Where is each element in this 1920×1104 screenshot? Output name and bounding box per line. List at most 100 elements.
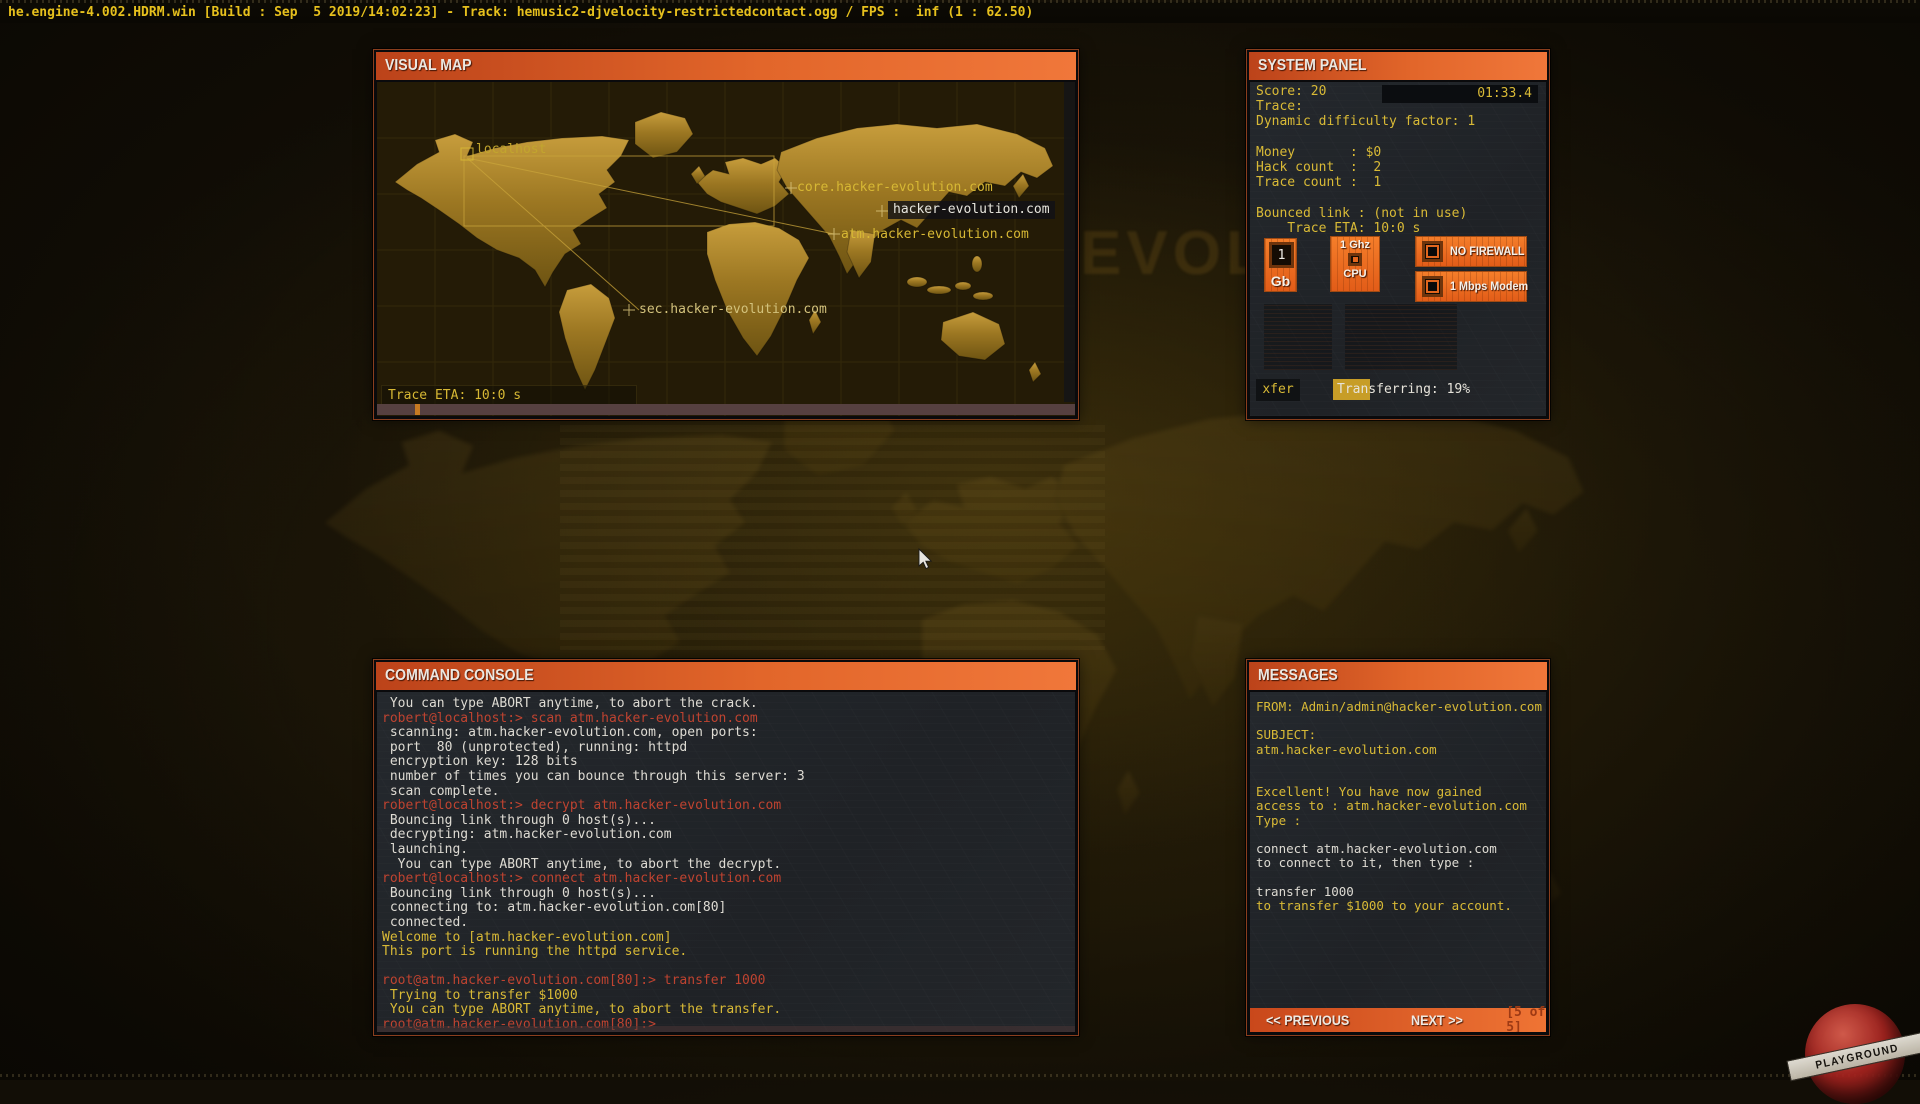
system-stat-line: Hack count : 2: [1256, 160, 1382, 176]
map-node-localhost[interactable]: localhost: [476, 142, 546, 157]
message-line: SUBJECT:: [1256, 727, 1317, 743]
engine-titlebar: he.engine-4.002.HDRM.win [Build : Sep 5 …: [0, 2, 1920, 23]
background-faded-text-block: [560, 425, 1105, 650]
console-line: This port is running the httpd service.: [382, 944, 688, 960]
messages-panel: MESSAGES FROM: Admin/admin@hacker-evolut…: [1246, 659, 1550, 1036]
message-line: [1256, 828, 1542, 842]
message-line: [1256, 757, 1542, 771]
map-node-core[interactable]: core.hacker-evolution.com: [797, 180, 993, 195]
messages-title: MESSAGES: [1258, 667, 1338, 684]
message-content: FROM: Admin/admin@hacker-evolution.com S…: [1256, 699, 1542, 913]
map-horizontal-scrollbar[interactable]: [377, 404, 1075, 415]
message-line: FROM: Admin/admin@hacker-evolution.com: [1256, 699, 1542, 714]
xfer-tab[interactable]: xfer: [1256, 379, 1300, 401]
system-stat-line: Trace:: [1256, 99, 1303, 115]
console-line: root@atm.hacker-evolution.com[80]:> tran…: [382, 973, 766, 989]
visual-map-body[interactable]: localhost core.hacker-evolution.com hack…: [377, 82, 1075, 416]
system-stats: Score: 20 Trace: Dynamic difficulty factor…: [1256, 84, 1475, 236]
message-line: Excellent! You have now gained: [1256, 784, 1482, 800]
empty-hardware-slot: [1264, 304, 1332, 370]
memory-chip-icon: 1: [1269, 242, 1294, 268]
console-line: You can type ABORT anytime, to abort the…: [382, 696, 758, 711]
system-stat-line: Score: 20: [1256, 84, 1327, 99]
background-watermark-text: EVOL: [1080, 219, 1269, 288]
console-line: connecting to: atm.hacker-evolution.com[…: [382, 900, 727, 916]
console-line: encryption key: 128 bits: [382, 754, 578, 770]
console-horizontal-scrollbar[interactable]: [377, 1026, 1075, 1032]
system-stat-line: Money : $0: [1256, 144, 1382, 160]
message-line: to transfer $1000 to your account.: [1256, 897, 1512, 913]
worldmap-image: [377, 82, 1075, 416]
system-stat-line: [1256, 130, 1475, 145]
game-timer: 01:33.4: [1477, 86, 1532, 101]
map-node-sec[interactable]: sec.hacker-evolution.com: [639, 302, 827, 317]
map-node-main[interactable]: hacker-evolution.com: [888, 201, 1055, 219]
modem-hardware-tile: 1 Mbps Modem: [1415, 271, 1529, 302]
console-line: Bouncing link through 0 host(s)...: [382, 885, 656, 901]
message-page-indicator: [5 of 5]: [1506, 1005, 1546, 1032]
memory-hardware-tile: 1 Gb: [1264, 238, 1297, 292]
message-line: atm.hacker-evolution.com: [1256, 741, 1437, 757]
console-line: Bouncing link through 0 host(s)...: [382, 812, 656, 828]
next-message-button[interactable]: NEXT >>: [1411, 1012, 1463, 1028]
firewall-label: NO FIREWALL: [1450, 245, 1525, 258]
visual-map-panel: VISUAL MAP localhost core.hacker-evoluti…: [373, 49, 1079, 420]
message-line: access to : atm.hacker-evolution.com: [1256, 798, 1527, 814]
cpu-chip-icon: [1348, 253, 1362, 266]
map-vertical-scrollbar[interactable]: [1064, 82, 1075, 402]
message-line: connect atm.hacker-evolution.com: [1256, 841, 1497, 857]
command-console-title: COMMAND CONSOLE: [385, 667, 534, 684]
system-panel: SYSTEM PANEL 01:33.4 Score: 20 Trace: Dyna…: [1246, 49, 1550, 420]
message-line: [1256, 714, 1542, 728]
playground-logo: PLAYGROUND: [1786, 1000, 1920, 1104]
message-line: [1256, 771, 1542, 785]
modem-label: 1 Mbps Modem: [1450, 280, 1529, 293]
cpu-speed-label: 1 Ghz: [1340, 239, 1370, 251]
console-line: port 80 (unprotected), running: httpd: [382, 739, 688, 755]
system-panel-header: SYSTEM PANEL: [1249, 52, 1547, 80]
command-console-body[interactable]: You can type ABORT anytime, to abort the…: [377, 692, 1075, 1032]
command-console-header: COMMAND CONSOLE: [376, 662, 1076, 690]
console-line: scanning: atm.hacker-evolution.com, open…: [382, 725, 758, 741]
empty-hardware-slot: [1345, 304, 1457, 370]
messages-body: FROM: Admin/admin@hacker-evolution.com S…: [1250, 692, 1546, 1032]
memory-unit-label: Gb: [1270, 273, 1291, 289]
previous-message-button[interactable]: << PREVIOUS: [1266, 1012, 1349, 1028]
system-panel-body: 01:33.4 Score: 20 Trace: Dynamic difficult…: [1250, 82, 1546, 416]
console-line: connected.: [382, 914, 469, 930]
console-line: You can type ABORT anytime, to abort the…: [382, 856, 782, 872]
modem-chip-icon: [1422, 276, 1443, 297]
cpu-label: CPU: [1343, 268, 1367, 280]
message-line: Type :: [1256, 812, 1302, 828]
map-scrollbar-thumb[interactable]: [415, 404, 420, 415]
cpu-hardware-tile: 1 Ghz CPU: [1330, 236, 1380, 292]
screen-edge-dots-bottom: [0, 1074, 1920, 1077]
system-stat-line: Dynamic difficulty factor: 1: [1256, 114, 1476, 130]
console-output[interactable]: You can type ABORT anytime, to abort the…: [382, 696, 1070, 1032]
console-line: launching.: [382, 841, 469, 857]
system-stat-line: Trace count : 1: [1256, 175, 1382, 191]
transfer-status-text: Transferring: 19%: [1337, 382, 1471, 397]
console-line: decrypting: atm.hacker-evolution.com: [382, 827, 672, 843]
map-node-atm[interactable]: atm.hacker-evolution.com: [841, 227, 1029, 242]
console-line: You can type ABORT anytime, to abort the…: [382, 1002, 782, 1018]
message-line: to connect to it, then type :: [1256, 855, 1475, 871]
console-line: robert@localhost:> decrypt atm.hacker-ev…: [382, 798, 782, 814]
command-console-panel: COMMAND CONSOLE You can type ABORT anyti…: [373, 659, 1079, 1036]
screen-edge-dots-top: [0, 0, 1920, 3]
console-line: number of times you can bounce through t…: [382, 768, 805, 784]
messages-footer: << PREVIOUS NEXT >> [5 of 5]: [1250, 1005, 1546, 1032]
console-line: robert@localhost:> scan atm.hacker-evolu…: [382, 710, 758, 726]
console-line: Trying to transfer $1000: [382, 987, 578, 1003]
firewall-hardware-tile: NO FIREWALL: [1415, 236, 1527, 267]
messages-header: MESSAGES: [1249, 662, 1547, 690]
visual-map-title: VISUAL MAP: [385, 57, 472, 74]
console-line: scan complete.: [382, 783, 500, 799]
message-line: [1256, 870, 1542, 884]
system-stat-line: Bounced link : (not in use): [1256, 205, 1468, 221]
message-line: transfer 1000: [1256, 883, 1354, 899]
console-line: Welcome to [atm.hacker-evolution.com]: [382, 929, 672, 945]
visual-map-header: VISUAL MAP: [376, 52, 1076, 80]
firewall-chip-icon: [1422, 241, 1443, 262]
